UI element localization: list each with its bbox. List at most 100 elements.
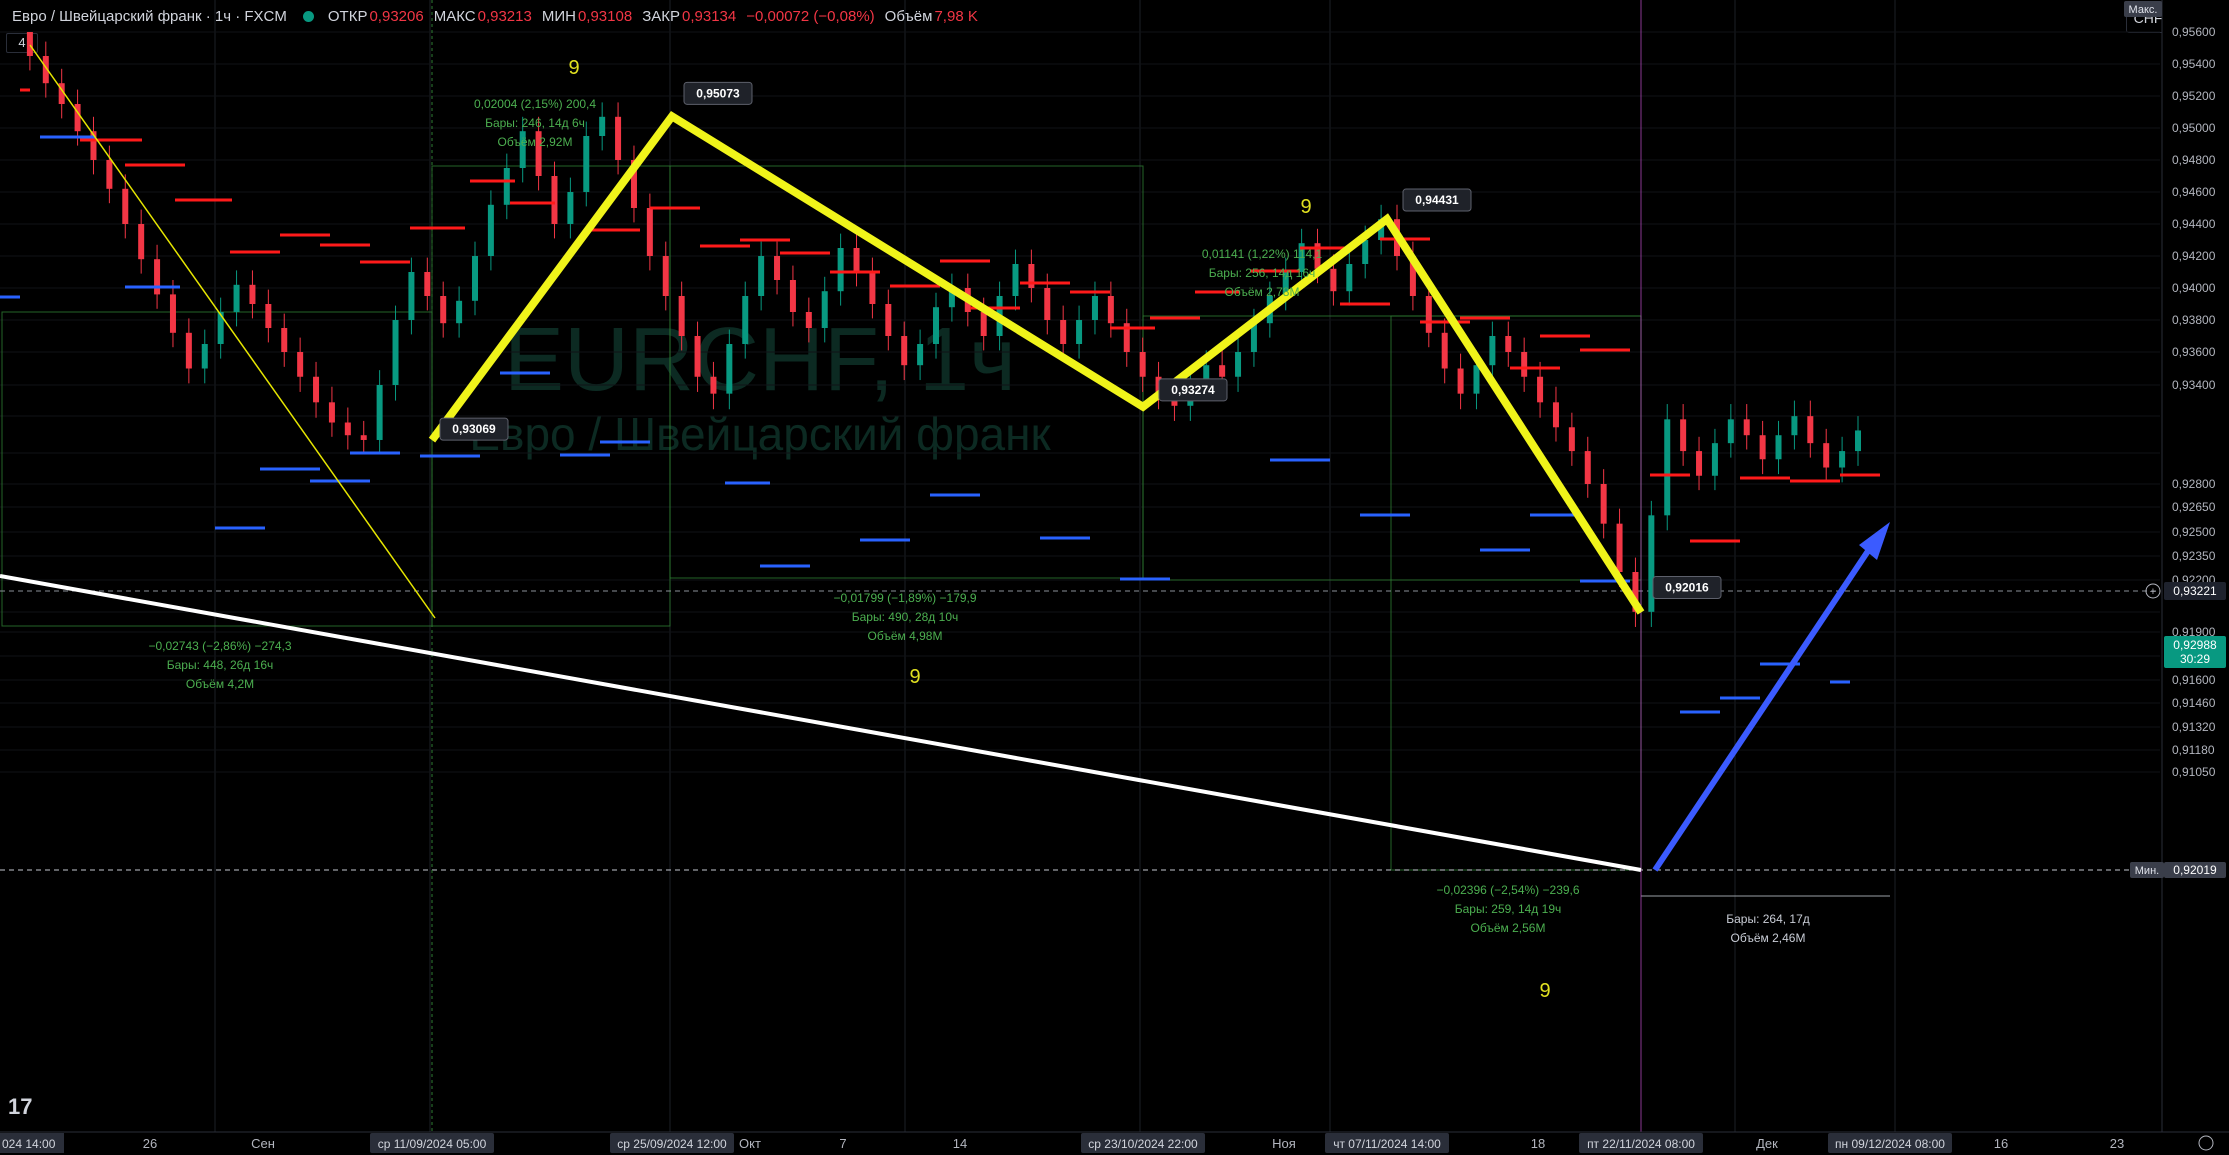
time-highlight-label: ср 25/09/2024 12:00 [617,1137,727,1151]
candle-body [599,116,606,136]
price-axis[interactable]: 0,95600 0,95400 0,95200 0,95000 0,94800 0,946… [2124,0,2229,1132]
time-axis[interactable]: 26 Сен 7 14 Ноя 18 Дек 16 23 Окт ср 11/09/2024 05:… [0,1131,2229,1155]
candle-body [456,300,463,324]
time-tick-label: 14 [953,1136,967,1151]
candle-body [169,294,176,333]
candle-body [710,376,717,394]
candle-body [1521,352,1528,377]
time-highlight-label: чт 07/11/2024 14:00 [1333,1137,1441,1151]
candle-body [297,352,304,377]
range-box [1,311,433,627]
candle-body [376,385,383,440]
price-tick-label: 0,93800 [2172,313,2216,327]
candle-body [1711,443,1718,476]
measurement-text: Объём 2,56M [1471,921,1546,935]
candle-body [233,284,240,312]
candle-body [917,344,924,366]
candle-body [440,296,447,324]
candle-body [1775,435,1782,460]
candle-body [1664,419,1671,516]
time-highlight-label: ср 11/09/2024 05:00 [378,1137,487,1151]
candle-body [106,160,113,189]
measurement-text: Объём 2,78M [1225,285,1300,299]
measurement-text: Бары: 264, 17д [1726,912,1810,926]
candle-body [1362,240,1369,264]
price-tick-label: 0,91600 [2172,673,2216,687]
min-price-label: 0,92019 [2173,863,2217,877]
candle-body [26,32,33,56]
pivot-label: 0,93069 [452,422,496,436]
candle-body [758,256,765,296]
candle-body [1139,352,1146,377]
candle-body [1505,336,1512,352]
price-tick-label: 0,94400 [2172,217,2216,231]
time-tick-label: 16 [1994,1136,2008,1151]
range-box [1390,315,1642,871]
candle-body [313,376,320,403]
time-highlight-label: ср 23/10/2024 22:00 [1088,1137,1198,1151]
candle-body [726,344,733,394]
candle-body [774,256,781,280]
price-chart[interactable]: EURCHF, 1чЕвро / Швейцарский франк 0,930… [0,0,2229,1155]
price-tick-label: 0,94000 [2172,281,2216,295]
candle-body [281,328,288,352]
time-highlight-label: пт 22/11/2024 08:00 [1587,1137,1695,1151]
candle-body [122,188,129,224]
candle-body [328,402,335,423]
candle-body [805,312,812,328]
price-tick-label: 0,92500 [2172,525,2216,539]
candle-body [1091,296,1098,320]
candle-body [1235,352,1242,377]
candle-body [1807,416,1814,444]
tradingview-logo-icon[interactable]: 17 [8,1094,32,1120]
measurement-text: Бары: 246, 14д 6ч [485,116,585,130]
price-tick-label: 0,94800 [2172,153,2216,167]
measurement-text: −0,02396 (−2,54%) −239,6 [1436,883,1579,897]
pivot-label: 0,93274 [1171,383,1215,397]
measurement-text: Объём 2,92M [498,135,573,149]
candle-body [185,332,192,369]
candle-body [249,284,256,304]
price-tick-label: 0,93600 [2172,345,2216,359]
bar-countdown: 30:29 [2180,652,2210,666]
price-tick-label: 0,94200 [2172,249,2216,263]
candle-body [1330,268,1337,292]
measurement-text: Бары: 490, 28д 10ч [852,610,959,624]
pivot-label: 0,92016 [1665,581,1709,595]
candle-body [1060,320,1067,344]
measurement-text: −0,01799 (−1,89%) −179,9 [833,591,976,605]
candle-body [694,336,701,377]
candle-body [1839,451,1846,468]
candle-body [201,344,208,369]
candle-body [1855,430,1861,452]
candle-body [472,256,478,301]
price-tick-label: 0,95000 [2172,121,2216,135]
candle-body [1107,296,1114,324]
measurement-text: Объём 4,2M [186,677,254,691]
candle-body [392,320,399,385]
candle-body [1727,419,1734,444]
price-tick-label: 0,95600 [2172,25,2216,39]
price-tick-label: 0,91320 [2172,720,2216,734]
candle-body [1791,416,1798,436]
measurement-text: Объём 4,98M [868,629,943,643]
pivot-label: 0,95073 [696,86,740,100]
candle-body [487,204,494,256]
candle-body [567,192,574,224]
time-tick-label: Дек [1756,1136,1778,1151]
price-axis-bg [2162,0,2229,1132]
candle-body [1696,451,1703,476]
candle-body [1743,419,1750,436]
candle-body [424,272,431,296]
candle-body [869,272,876,304]
count-label: 9 [1300,196,1311,218]
time-tick-label: 26 [143,1136,157,1151]
candle-body [1823,443,1830,468]
candle-body [1425,296,1432,333]
candle-body [360,435,367,440]
measurement-text: Объём 2,46M [1731,931,1806,945]
crosshair-price-label: 0,93221 [2173,584,2217,598]
watermark-symbol: EURCHF, 1ч [504,310,1016,410]
left-edge-label: 024 14:00 [2,1137,56,1151]
price-tick-label: 0,92650 [2172,500,2216,514]
